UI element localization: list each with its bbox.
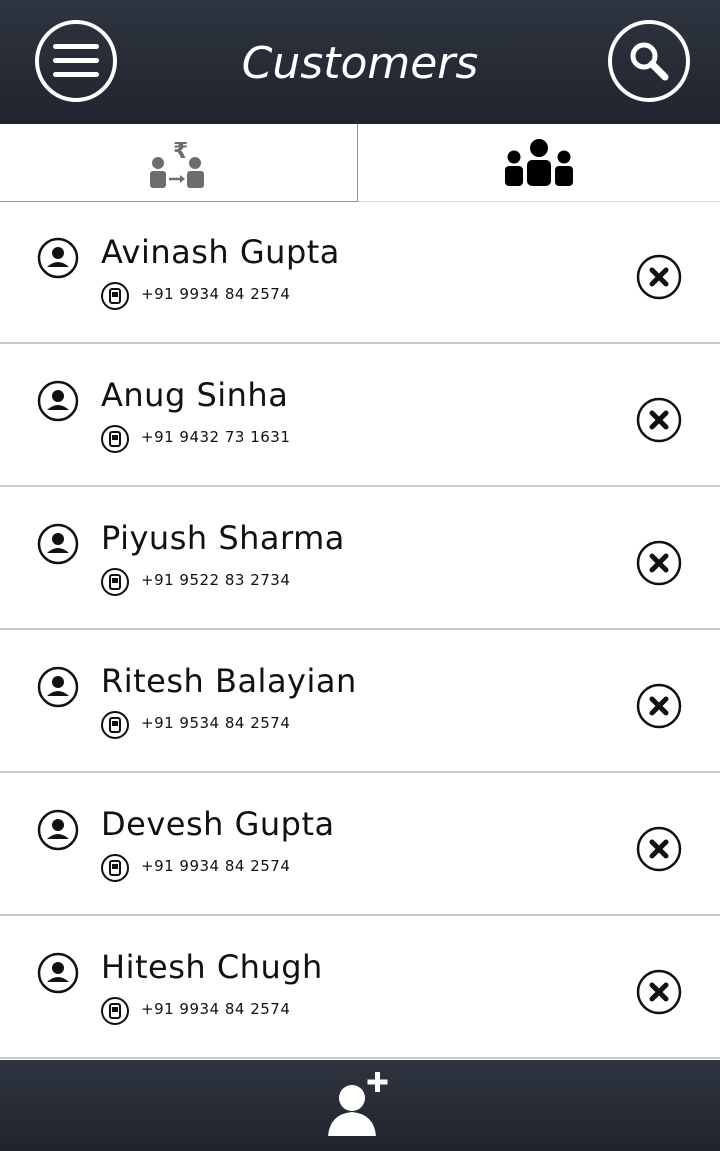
customer-name: Devesh Gupta	[101, 805, 335, 843]
app-header: Customers	[0, 0, 720, 124]
add-user-icon[interactable]	[322, 1068, 398, 1144]
person-circle-icon	[37, 666, 79, 708]
tab-customers[interactable]	[358, 124, 720, 202]
customer-phone: +91 9534 84 2574	[141, 714, 291, 732]
customer-phone: +91 9432 73 1631	[141, 428, 291, 446]
group-people-icon	[505, 138, 573, 186]
tab-bar: ₹	[0, 124, 720, 202]
close-circle-icon[interactable]	[636, 826, 682, 872]
close-circle-icon[interactable]	[636, 969, 682, 1015]
rupee-transfer-icon: ₹	[149, 139, 204, 188]
list-item[interactable]: Devesh Gupta +91 9934 84 2574	[0, 775, 720, 916]
person-circle-icon	[37, 237, 79, 279]
person-circle-icon	[37, 952, 79, 994]
customer-phone: +91 9522 83 2734	[141, 571, 291, 589]
person-circle-icon	[37, 380, 79, 422]
search-icon	[630, 42, 669, 81]
person-circle-icon	[37, 523, 79, 565]
menu-button[interactable]	[35, 20, 117, 102]
page-title: Customers	[241, 38, 479, 89]
close-circle-icon[interactable]	[636, 397, 682, 443]
customer-name: Hitesh Chugh	[101, 948, 323, 986]
svg-text:₹: ₹	[173, 139, 188, 164]
list-item[interactable]: Avinash Gupta +91 9934 84 2574	[0, 203, 720, 344]
customer-phone: +91 9934 84 2574	[141, 1000, 291, 1018]
mobile-phone-icon	[101, 282, 129, 310]
mobile-phone-icon	[101, 425, 129, 453]
bottom-bar	[0, 1060, 720, 1151]
list-item[interactable]: Anug Sinha +91 9432 73 1631	[0, 346, 720, 487]
mobile-phone-icon	[101, 568, 129, 596]
person-circle-icon	[37, 809, 79, 851]
customer-name: Piyush Sharma	[101, 519, 345, 557]
customer-phone: +91 9934 84 2574	[141, 857, 291, 875]
mobile-phone-icon	[101, 854, 129, 882]
customer-name: Avinash Gupta	[101, 233, 340, 271]
search-button[interactable]	[608, 20, 690, 102]
list-item[interactable]: Piyush Sharma +91 9522 83 2734	[0, 489, 720, 630]
close-circle-icon[interactable]	[636, 540, 682, 586]
list-item[interactable]: Ritesh Balayian +91 9534 84 2574	[0, 632, 720, 773]
customer-name: Ritesh Balayian	[101, 662, 357, 700]
mobile-phone-icon	[101, 997, 129, 1025]
close-circle-icon[interactable]	[636, 254, 682, 300]
hamburger-menu-icon	[53, 44, 99, 77]
mobile-phone-icon	[101, 711, 129, 739]
list-item[interactable]: Hitesh Chugh +91 9934 84 2574	[0, 918, 720, 1059]
close-circle-icon[interactable]	[636, 683, 682, 729]
customer-name: Anug Sinha	[101, 376, 289, 414]
customer-phone: +91 9934 84 2574	[141, 285, 291, 303]
tab-transactions[interactable]: ₹	[0, 124, 358, 202]
